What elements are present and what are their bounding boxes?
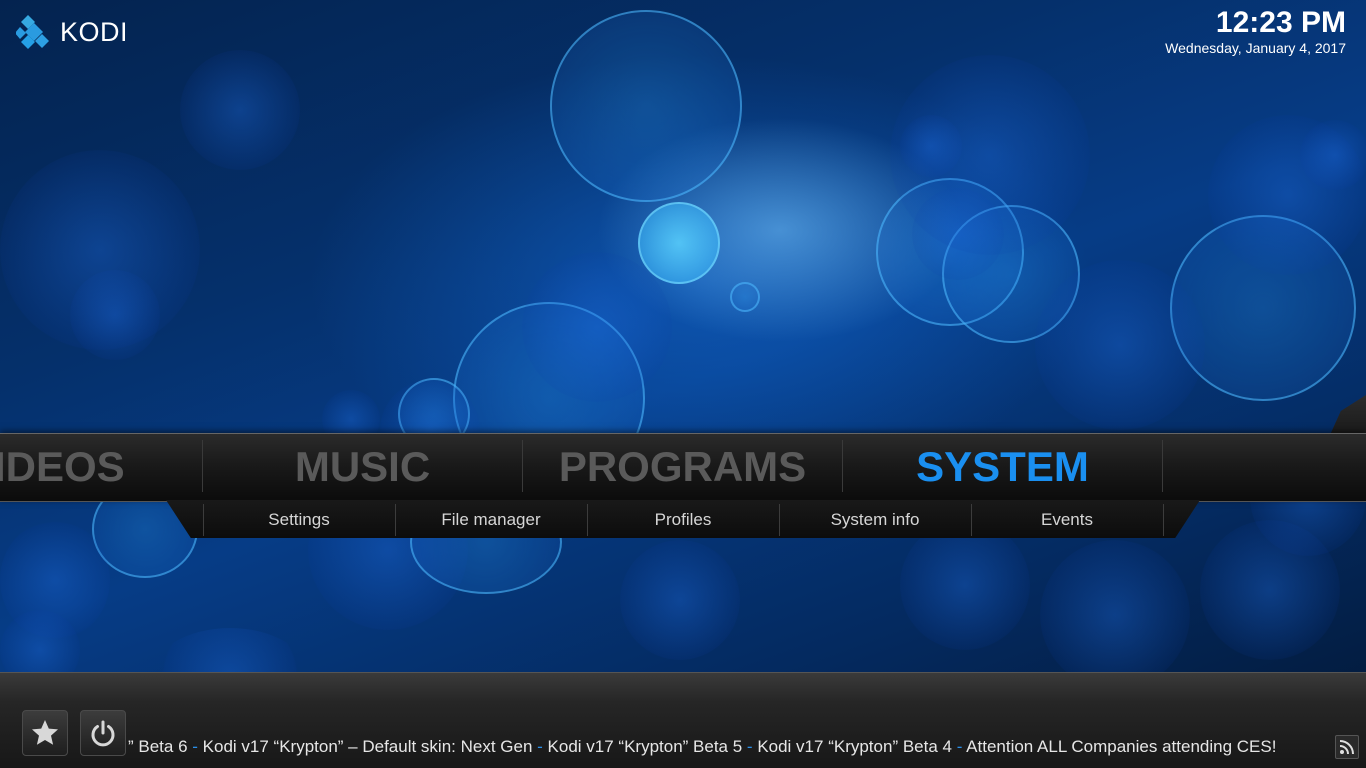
ticker-item: Kodi v17 “Krypton” – Default skin: Next …: [202, 737, 533, 756]
submenu-item-events[interactable]: Events: [972, 503, 1162, 537]
submenu-item-profiles[interactable]: Profiles: [588, 503, 778, 537]
rss-ticker: ” Beta 6 - Kodi v17 “Krypton” – Default …: [128, 736, 1324, 758]
ticker-separator: -: [951, 737, 967, 756]
ticker-item: Kodi v17 “Krypton” Beta 4: [757, 737, 952, 756]
menu-item-videos[interactable]: IDEOS: [0, 433, 202, 500]
rss-icon: [1339, 740, 1354, 755]
kodi-home-screen: KODI 12:23 PM Wednesday, January 4, 2017…: [0, 0, 1366, 768]
power-icon: [91, 720, 115, 747]
app-name: KODI: [60, 16, 129, 47]
submenu-item-label: Settings: [268, 510, 330, 529]
ticker-separator: -: [742, 737, 758, 756]
menu-item-label: SYSTEM: [916, 442, 1089, 490]
clock-widget: 12:23 PM Wednesday, January 4, 2017: [1165, 6, 1346, 56]
ticker-item: Kodi v17 “Krypton” Beta 5: [547, 737, 743, 756]
favourites-button[interactable]: [22, 710, 68, 756]
submenu-item-file-manager[interactable]: File manager: [396, 503, 586, 537]
clock-date: Wednesday, January 4, 2017: [1165, 40, 1346, 56]
menu-item-label: MUSIC: [294, 442, 431, 490]
menu-divider: [1162, 440, 1163, 492]
ticker-separator: -: [532, 737, 548, 756]
submenu-divider: [1163, 504, 1164, 536]
submenu-item-label: Profiles: [654, 510, 712, 529]
ticker-item: ” Beta 6: [128, 737, 188, 756]
kodi-logo: KODI: [15, 14, 129, 50]
submenu-item-label: System info: [830, 510, 920, 529]
menu-item-label: IDEOS: [0, 442, 125, 490]
clock-time: 12:23 PM: [1215, 6, 1346, 39]
ticker-item: Attention ALL Companies attending CES!: [966, 737, 1277, 756]
menu-bar-cap: [1330, 395, 1366, 435]
power-button[interactable]: [80, 710, 126, 756]
kodi-logo-icon: [15, 14, 52, 50]
ticker-separator: -: [187, 737, 203, 756]
menu-item-system[interactable]: SYSTEM: [843, 433, 1162, 500]
submenu-item-settings[interactable]: Settings: [204, 503, 394, 537]
rss-button[interactable]: [1335, 735, 1359, 759]
menu-item-programs[interactable]: PROGRAMS: [523, 433, 842, 500]
menu-item-label: PROGRAMS: [558, 442, 807, 490]
submenu-item-label: Events: [1041, 510, 1093, 529]
submenu-item-label: File manager: [441, 510, 541, 529]
menu-item-music[interactable]: MUSIC: [203, 433, 522, 500]
submenu-item-system-info[interactable]: System info: [780, 503, 970, 537]
star-icon: [32, 720, 58, 745]
